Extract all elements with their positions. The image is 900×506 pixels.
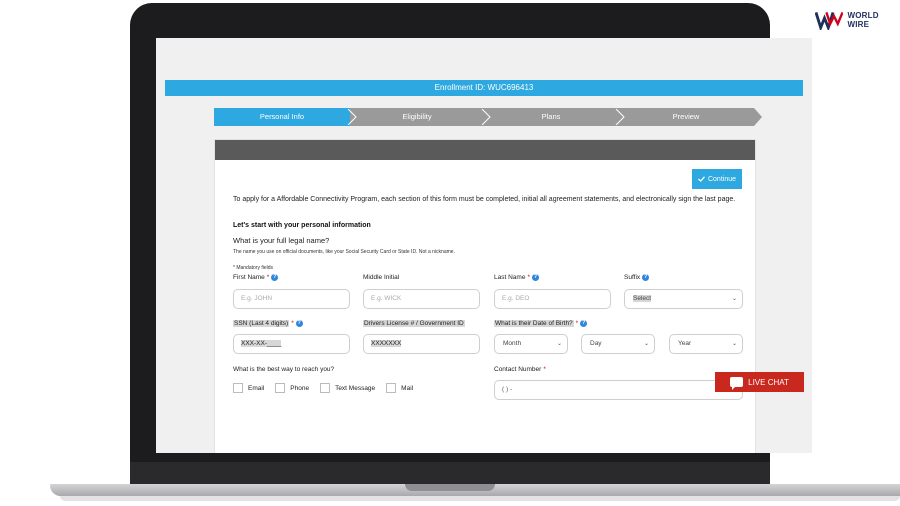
enrollment-id-banner: Enrollment ID: WUC696413: [165, 80, 803, 96]
live-chat-button[interactable]: LIVE CHAT: [715, 372, 804, 392]
ssn-label: SSN (Last 4 digits) * ?: [233, 320, 303, 327]
dob-label: What is their Date of Birth? * ?: [494, 320, 588, 327]
license-label: Drivers License # / Government ID: [363, 320, 465, 327]
mandatory-note: * Mandatory fields: [233, 265, 274, 271]
mail-option-label: Mail: [401, 384, 414, 392]
continue-label: Continue: [707, 175, 737, 183]
check-icon: [698, 176, 705, 182]
email-checkbox[interactable]: [233, 383, 243, 393]
contact-number-label: Contact Number *: [494, 366, 546, 373]
world-wire-logo-icon: [815, 11, 844, 30]
laptop-base-shadow: [60, 496, 900, 501]
middle-initial-label: Middle Initial: [363, 274, 400, 281]
step-preview[interactable]: Preview: [618, 108, 754, 126]
question-circle-icon[interactable]: ?: [531, 274, 539, 281]
middle-initial-input[interactable]: E.g. WICK: [363, 289, 480, 309]
chevron-down-icon: ⌄: [731, 341, 737, 347]
brand-name: WORLD WIRE: [847, 11, 879, 29]
question-circle-icon[interactable]: ?: [295, 320, 303, 327]
step-eligibility[interactable]: Eligibility: [350, 108, 484, 126]
phone-option-label: Phone: [290, 384, 310, 392]
step-chevron-icon: [615, 109, 625, 125]
last-name-input[interactable]: E.g. DEO: [494, 289, 611, 309]
chevron-down-icon: ⌄: [731, 296, 737, 302]
step-plans[interactable]: Plans: [484, 108, 618, 126]
suffix-select[interactable]: Select ⌄: [624, 289, 743, 309]
chevron-down-icon: ⌄: [556, 341, 562, 347]
question-circle-icon[interactable]: ?: [271, 274, 279, 281]
laptop-notch: [405, 484, 495, 491]
last-name-label: Last Name * ?: [494, 274, 539, 281]
continue-button[interactable]: Continue: [692, 169, 742, 189]
name-question: What is your full legal name?: [233, 236, 330, 245]
step-chevron-icon: [481, 109, 491, 125]
section-title: Let's start with your personal informati…: [233, 222, 371, 229]
question-circle-icon[interactable]: ?: [642, 274, 650, 281]
mail-checkbox[interactable]: [386, 383, 397, 393]
chat-bubble-icon: [730, 377, 744, 390]
brand-logo: WORLD WIRE: [815, 10, 900, 30]
first-name-label: First Name * ?: [233, 274, 279, 281]
question-circle-icon[interactable]: ?: [580, 320, 588, 327]
laptop-bezel: [130, 462, 770, 484]
form-header-bar: [215, 140, 755, 160]
step-chevron-icon: [347, 109, 357, 125]
live-chat-label: LIVE CHAT: [748, 377, 789, 387]
suffix-label: Suffix ?: [624, 274, 650, 281]
contact-number-input[interactable]: ( ) -: [494, 380, 743, 400]
first-name-input[interactable]: E.g. JOHN: [233, 289, 350, 309]
text-message-checkbox[interactable]: [320, 383, 331, 393]
ssn-input[interactable]: XXX-XX-____: [233, 334, 350, 354]
text-message-option-label: Text Message: [335, 384, 376, 392]
license-input[interactable]: XXXXXXX: [363, 334, 480, 354]
contact-question: What is the best way to reach you?: [233, 366, 335, 373]
dob-month-select[interactable]: Month ⌄: [494, 334, 568, 354]
email-option-label: Email: [248, 384, 265, 392]
contact-method-options: Email Phone Text Message Mail: [233, 383, 424, 393]
chevron-down-icon: ⌄: [643, 341, 649, 347]
form-intro: To apply for a Affordable Connectivity P…: [233, 196, 736, 203]
enrollment-form: Continue To apply for a Affordable Conne…: [214, 139, 756, 453]
dob-day-select[interactable]: Day ⌄: [581, 334, 655, 354]
screen: Enrollment ID: WUC696413 Personal Info E…: [156, 38, 812, 453]
name-hint: The name you use on official documents, …: [233, 249, 455, 255]
progress-steps: Personal Info Eligibility Plans Preview: [214, 108, 762, 126]
step-personal-info[interactable]: Personal Info: [214, 108, 350, 126]
step-end-arrow-icon: [754, 108, 762, 126]
phone-checkbox[interactable]: [275, 383, 286, 393]
dob-year-select[interactable]: Year ⌄: [669, 334, 743, 354]
